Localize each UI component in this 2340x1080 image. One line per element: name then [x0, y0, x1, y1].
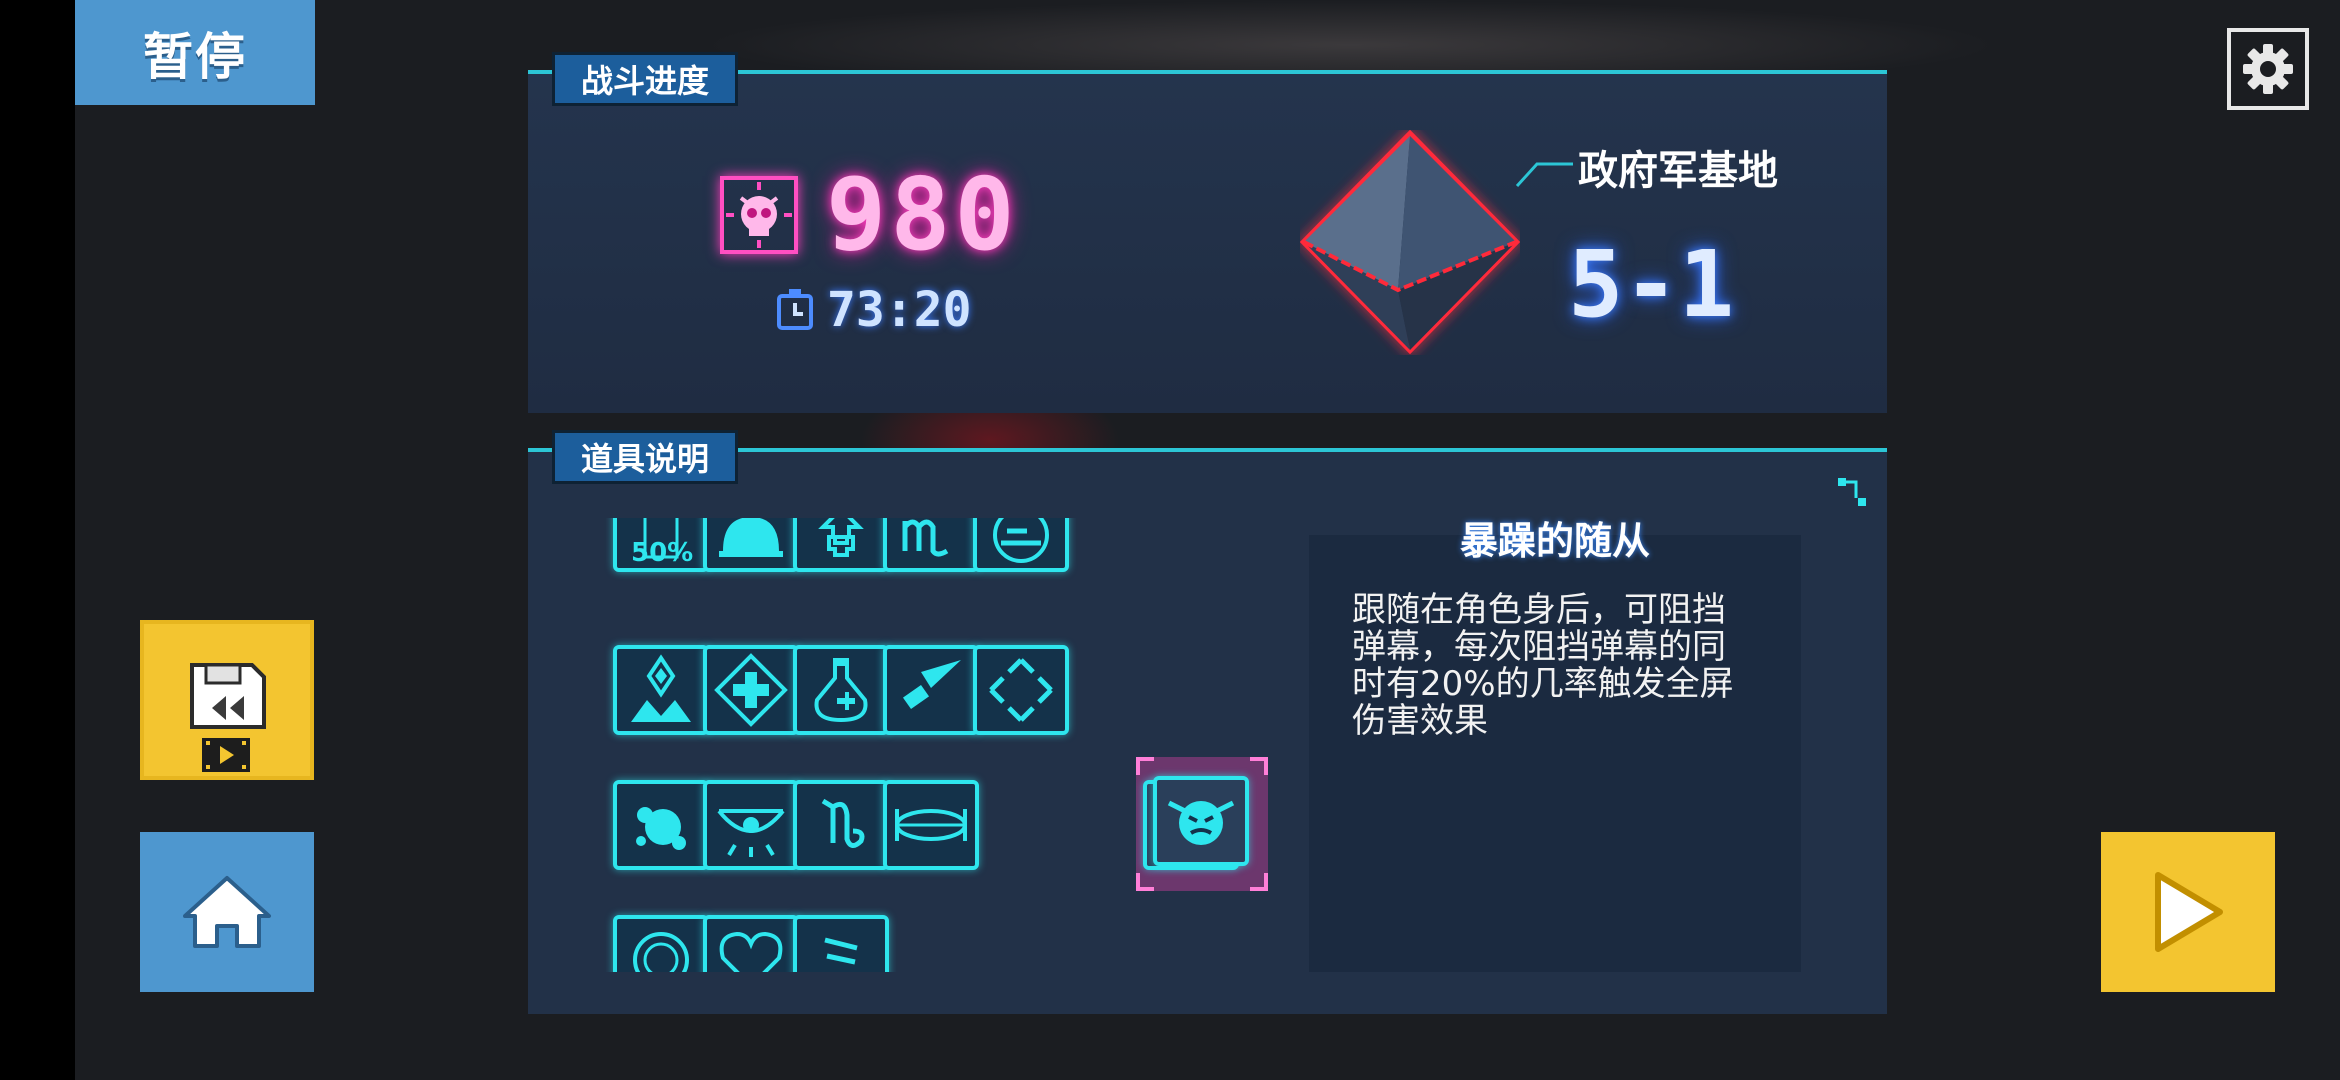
description-line: 跟随在角色身后，可阻挡	[1352, 590, 1726, 630]
settings-button[interactable]	[2227, 28, 2309, 110]
item-slot-potion[interactable]	[793, 645, 889, 735]
battle-progress-tab: 战斗进度	[552, 52, 739, 106]
pause-title: 暂停	[143, 27, 247, 86]
arrow-plus-icon	[818, 518, 864, 557]
item-slot-splatter[interactable]	[613, 780, 709, 870]
item-slot-dome[interactable]	[703, 518, 799, 572]
item-slot-pizza[interactable]	[973, 518, 1069, 572]
letterbox	[0, 0, 75, 1080]
disc-icon	[895, 809, 967, 841]
item-slot-capricorn[interactable]	[793, 780, 889, 870]
resume-button[interactable]	[2101, 832, 2275, 992]
selected-item-title: 暴躁的随从	[1459, 519, 1650, 563]
pizza-icon	[993, 518, 1049, 563]
item-slot-badge[interactable]	[613, 915, 709, 972]
selected-item-description: 跟随在角色身后，可阻挡 弹幕，每次阻挡弹幕的同 时有20%的几率触发全屏 伤害效…	[1352, 592, 1772, 740]
description-line: 时有20%的几率触发全屏	[1352, 664, 1734, 704]
home-icon	[183, 876, 271, 948]
stage-crystal-icon	[1300, 130, 1520, 355]
medkit-icon	[714, 653, 788, 727]
item-description-tab: 道具说明	[552, 430, 739, 484]
timer-value: 73:20	[827, 282, 972, 338]
rewind-save-icon	[190, 663, 266, 772]
scorpio-sign-icon	[902, 519, 949, 557]
rewind-video-button[interactable]	[140, 620, 314, 780]
stopwatch-icon	[777, 289, 813, 330]
item-slot-eye[interactable]	[703, 780, 799, 870]
bullet-icon	[902, 660, 961, 710]
home-button[interactable]	[140, 832, 314, 992]
half-bottle-label: 50%	[631, 538, 694, 568]
expand-icon[interactable]	[1836, 476, 1870, 510]
dome-icon	[719, 518, 783, 557]
stage-level: 5-1	[1568, 231, 1735, 338]
item-grid[interactable]	[595, 518, 1275, 972]
kill-score: 980	[826, 156, 1019, 273]
badge-icon	[633, 932, 689, 972]
play-icon	[2155, 872, 2223, 952]
item-slot-disc[interactable]	[883, 780, 979, 870]
description-line: 弹幕，每次阻挡弹幕的同	[1352, 627, 1726, 667]
diamond-target-icon	[989, 658, 1053, 722]
angry-minion-icon	[1167, 800, 1235, 845]
item-slot-medkit[interactable]	[703, 645, 799, 735]
pause-tab: 暂停	[75, 0, 315, 105]
skull-icon	[720, 176, 798, 254]
battle-timer: 73:20	[775, 282, 972, 338]
heart-icon	[719, 931, 783, 972]
crystal-sprout-icon	[631, 654, 691, 722]
eye-icon	[717, 809, 785, 857]
item-slot-crystal-sprout[interactable]	[613, 645, 709, 735]
capricorn-sign-icon	[821, 798, 865, 848]
gear-icon	[2243, 44, 2293, 94]
item-slot-heart[interactable]	[703, 915, 799, 972]
potion-icon	[814, 658, 868, 723]
item-slot-diamond-target[interactable]	[973, 645, 1069, 735]
item-slot-cup[interactable]	[793, 915, 889, 972]
description-line: 伤害效果	[1352, 701, 1488, 741]
location-pointer-line	[1515, 162, 1573, 188]
angry-minion-slot-face[interactable]	[1153, 776, 1249, 866]
splatter-icon	[636, 807, 686, 850]
item-slot-bullet[interactable]	[883, 645, 979, 735]
cup-icon	[824, 937, 858, 965]
item-slot-arrow-plus[interactable]	[793, 518, 889, 572]
location-name: 政府军基地	[1578, 148, 1778, 194]
item-slot-scorpio[interactable]	[883, 518, 979, 572]
